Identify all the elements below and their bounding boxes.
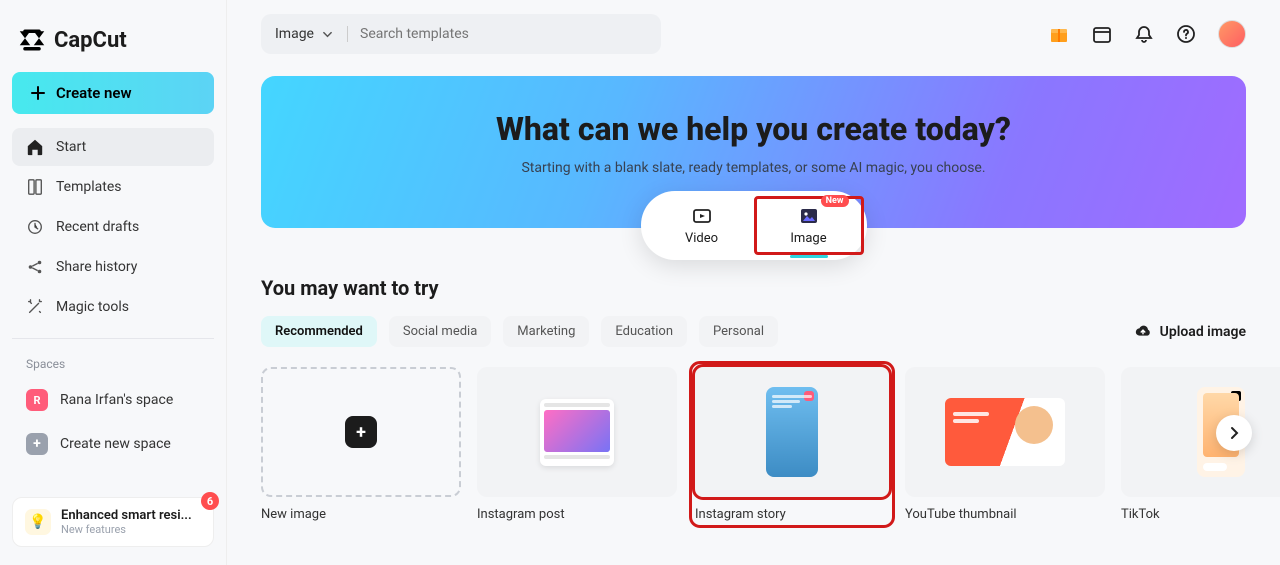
chevron-down-icon bbox=[322, 29, 333, 40]
chip-education[interactable]: Education bbox=[601, 316, 687, 347]
spaces-heading: Spaces bbox=[12, 349, 214, 379]
image-icon bbox=[798, 205, 820, 227]
search-bar[interactable]: Image bbox=[261, 14, 661, 54]
chip-personal[interactable]: Personal bbox=[699, 316, 778, 347]
lightbulb-icon: 💡 bbox=[25, 509, 51, 535]
create-tabs: Video New Image bbox=[641, 191, 867, 260]
magic-icon bbox=[26, 298, 44, 316]
main-content: Image What can we help you create today?… bbox=[227, 0, 1280, 565]
clock-icon bbox=[26, 218, 44, 236]
tab-image[interactable]: New Image bbox=[754, 196, 864, 255]
upload-image-button[interactable]: Upload image bbox=[1134, 323, 1246, 341]
chip-recommended[interactable]: Recommended bbox=[261, 316, 377, 347]
bell-icon[interactable] bbox=[1134, 24, 1154, 44]
divider bbox=[12, 338, 214, 339]
card-instagram-post[interactable]: Instagram post bbox=[477, 367, 677, 522]
user-avatar[interactable] bbox=[1218, 20, 1246, 48]
topbar: Image bbox=[261, 14, 1246, 54]
filter-chips: Recommended Social media Marketing Educa… bbox=[261, 316, 1246, 347]
card-tiktok[interactable]: TikTok bbox=[1121, 367, 1280, 522]
top-actions bbox=[1048, 20, 1246, 48]
section-title: You may want to try bbox=[261, 276, 1246, 300]
plus-icon: + bbox=[26, 433, 48, 455]
hero-banner: What can we help you create today? Start… bbox=[261, 76, 1246, 228]
chip-marketing[interactable]: Marketing bbox=[503, 316, 589, 347]
sidebar-item-start[interactable]: Start bbox=[12, 128, 214, 166]
templates-icon bbox=[26, 178, 44, 196]
create-new-button[interactable]: Create new bbox=[12, 72, 214, 114]
hero-title: What can we help you create today? bbox=[281, 110, 1226, 148]
new-badge: New bbox=[821, 195, 849, 207]
share-icon bbox=[26, 258, 44, 276]
help-icon[interactable] bbox=[1176, 24, 1196, 44]
chip-social-media[interactable]: Social media bbox=[389, 316, 491, 347]
sidebar-item-magic-tools[interactable]: Magic tools bbox=[12, 288, 214, 326]
home-icon bbox=[26, 138, 44, 156]
create-new-space[interactable]: + Create new space bbox=[12, 423, 214, 465]
sidebar-item-templates[interactable]: Templates bbox=[12, 168, 214, 206]
tab-video[interactable]: Video bbox=[647, 199, 757, 252]
enhanced-smart-resize-card[interactable]: 💡 Enhanced smart resi... New features 6 bbox=[12, 497, 214, 547]
plus-icon bbox=[30, 85, 46, 101]
plus-icon: + bbox=[345, 416, 377, 448]
card-new-image[interactable]: + New image bbox=[261, 367, 461, 522]
gift-icon[interactable] bbox=[1048, 23, 1070, 45]
chevron-right-icon bbox=[1227, 426, 1241, 440]
sidebar-item-recent-drafts[interactable]: Recent drafts bbox=[12, 208, 214, 246]
app-logo[interactable]: CapCut bbox=[12, 18, 214, 72]
sidebar-item-share-history[interactable]: Share history bbox=[12, 248, 214, 286]
app-name: CapCut bbox=[54, 28, 127, 53]
space-avatar: R bbox=[26, 389, 48, 411]
calendar-icon[interactable] bbox=[1092, 24, 1112, 44]
sidebar: CapCut Create new Start Templates Recent… bbox=[0, 0, 227, 565]
notification-badge: 6 bbox=[201, 492, 219, 510]
video-icon bbox=[691, 205, 713, 227]
capcut-logo-icon bbox=[18, 26, 46, 54]
hero-subtitle: Starting with a blank slate, ready templ… bbox=[281, 160, 1226, 176]
cloud-upload-icon bbox=[1134, 323, 1152, 341]
search-type-dropdown[interactable]: Image bbox=[275, 26, 348, 42]
card-youtube-thumbnail[interactable]: YouTube thumbnail bbox=[905, 367, 1105, 522]
scroll-right-button[interactable] bbox=[1216, 415, 1252, 451]
search-input[interactable] bbox=[348, 26, 647, 42]
card-instagram-story[interactable]: Instagram story bbox=[692, 364, 892, 525]
space-item[interactable]: R Rana Irfan's space bbox=[12, 379, 214, 421]
template-cards: + New image Instagram post Instagram sto… bbox=[261, 367, 1246, 522]
